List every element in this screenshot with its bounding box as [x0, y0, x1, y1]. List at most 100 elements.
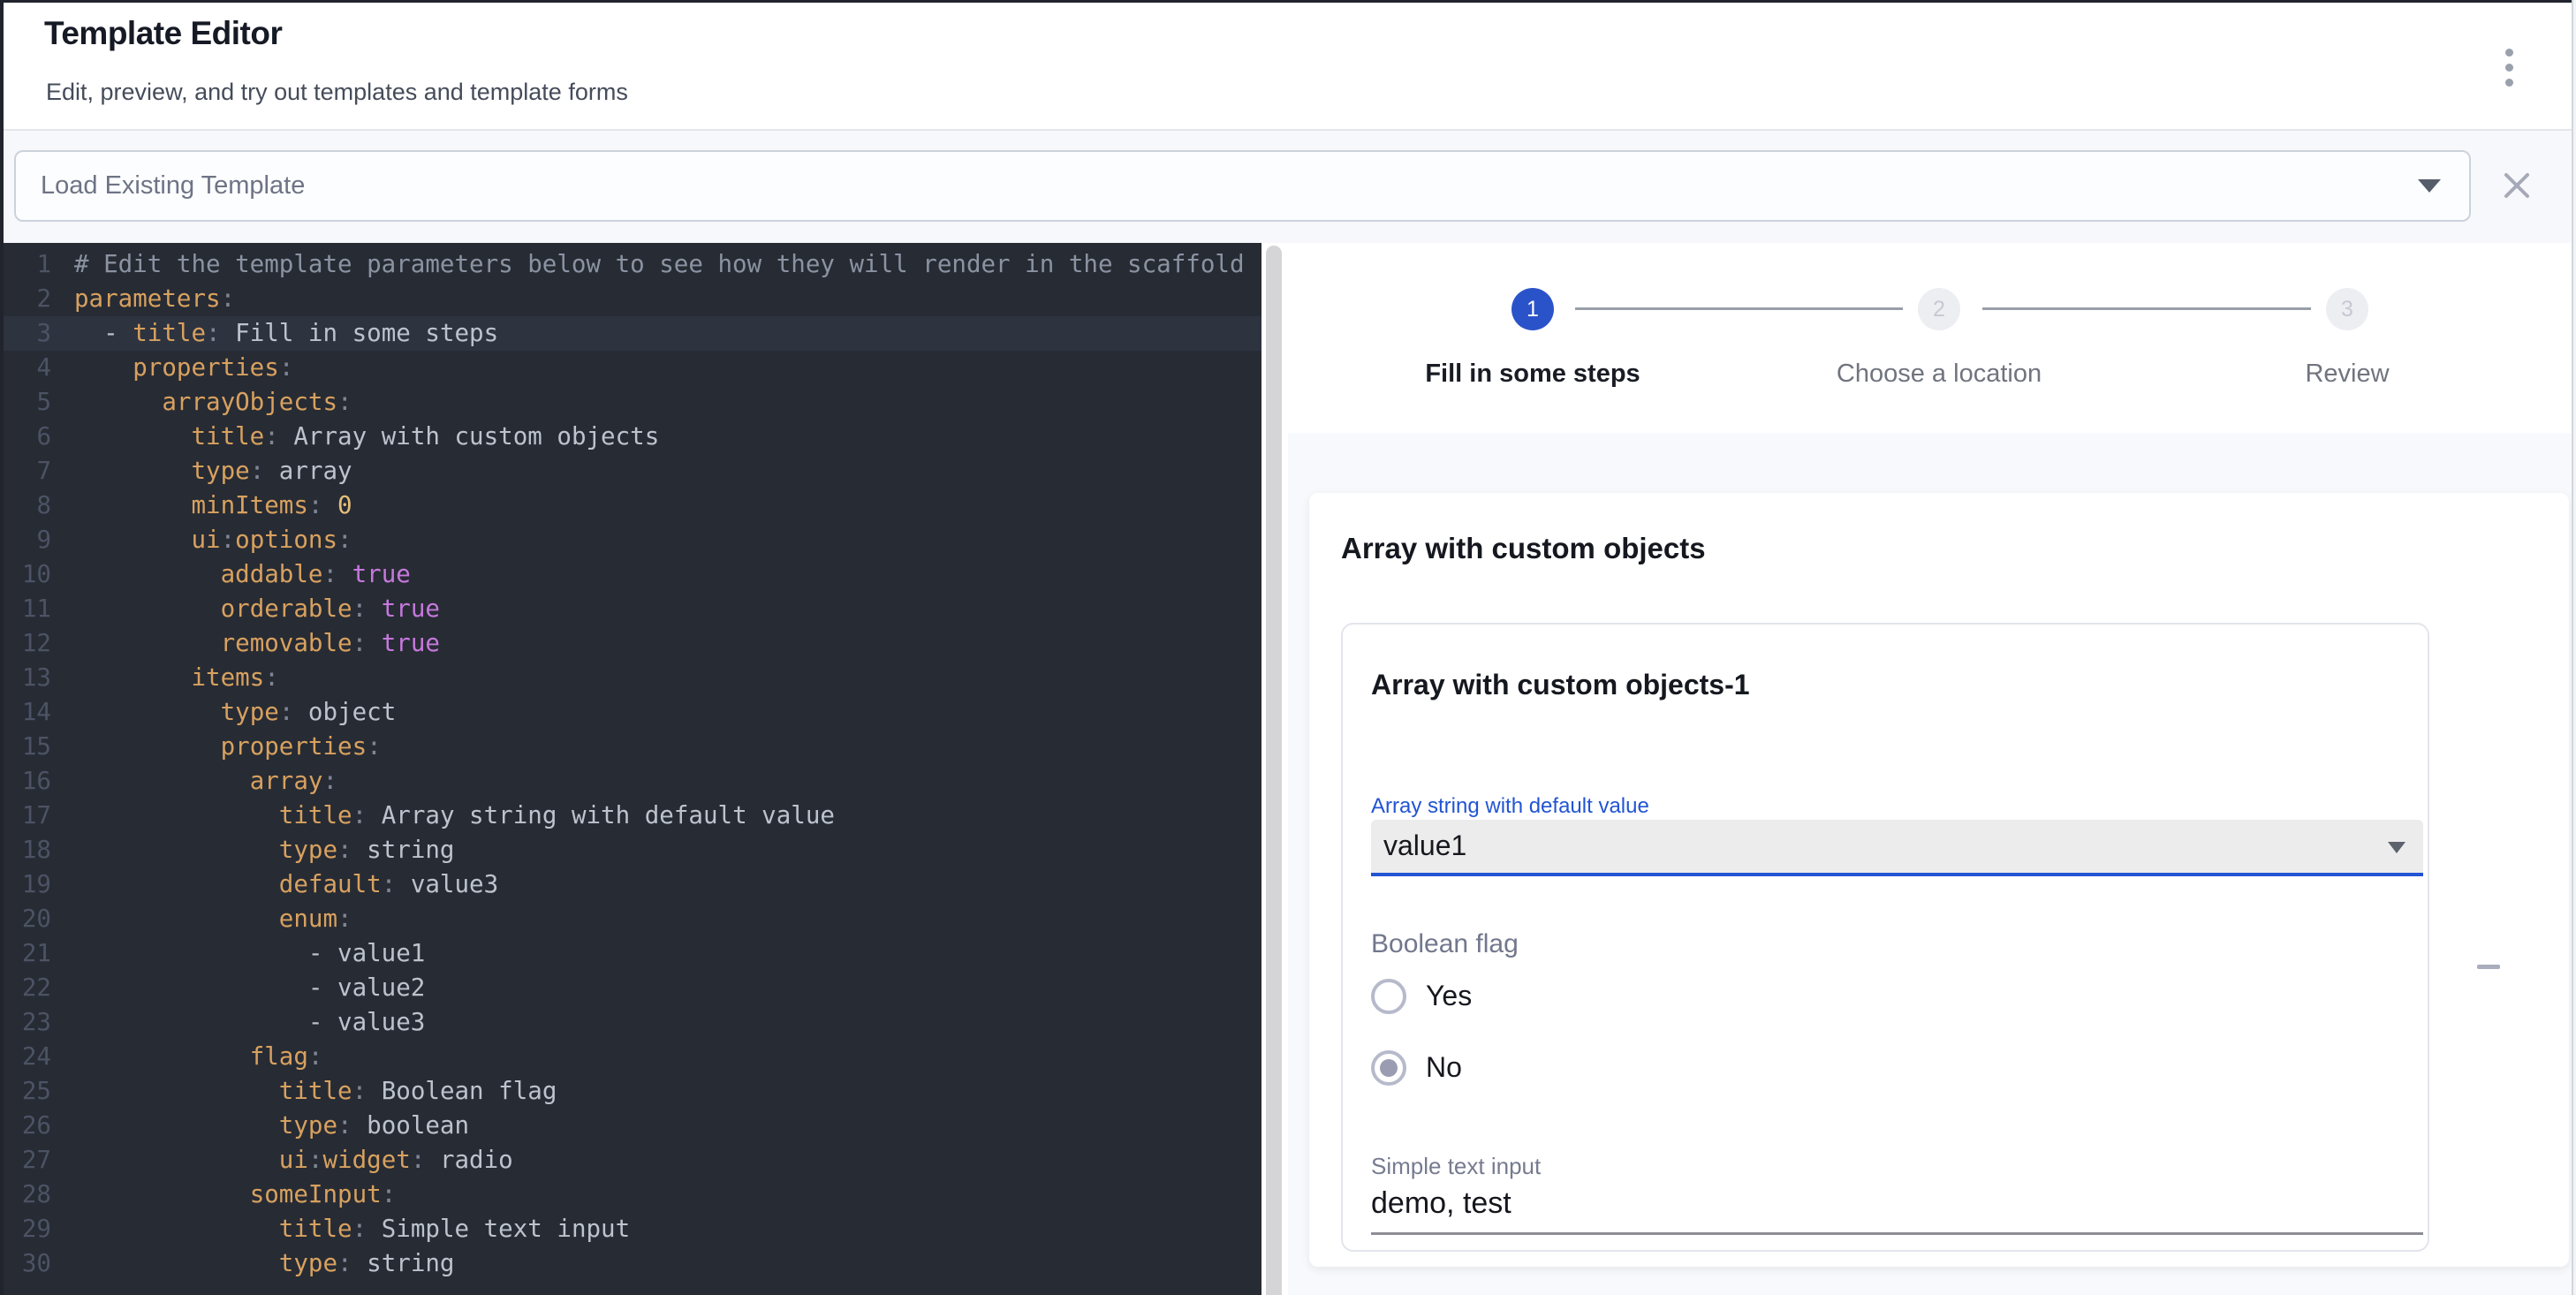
code-line-27[interactable]: 27 ui:widget: radio: [0, 1143, 1261, 1178]
radio-icon-checked: [1371, 1050, 1406, 1086]
simple-text-input[interactable]: demo, test: [1371, 1186, 1512, 1221]
line-number: 1: [0, 247, 51, 282]
section-title: Array with custom objects: [1341, 532, 1706, 565]
step-3-label[interactable]: Review: [2162, 360, 2533, 389]
line-number: 20: [0, 902, 51, 936]
code-line-9[interactable]: 9 ui:options:: [0, 523, 1261, 557]
stepper: 1 2 3 Fill in some steps Choose a locati…: [1288, 243, 2572, 433]
radio-group-label: Boolean flag: [1371, 929, 1519, 959]
step-2-circle[interactable]: 2: [1918, 288, 1960, 330]
code-line-25[interactable]: 25 title: Boolean flag: [0, 1074, 1261, 1109]
minus-icon: [2477, 965, 2500, 969]
array-string-select[interactable]: value1: [1371, 820, 2423, 876]
close-icon[interactable]: [2502, 170, 2532, 201]
code-line-17[interactable]: 17 title: Array string with default valu…: [0, 799, 1261, 833]
line-number: 21: [0, 936, 51, 971]
code-line-16[interactable]: 16 array:: [0, 764, 1261, 799]
editor-lines: 1# Edit the template parameters below to…: [0, 247, 1261, 1281]
code-line-6[interactable]: 6 title: Array with custom objects: [0, 420, 1261, 454]
line-number: 29: [0, 1212, 51, 1246]
code-line-29[interactable]: 29 title: Simple text input: [0, 1212, 1261, 1246]
line-number: 28: [0, 1178, 51, 1212]
yaml-code-editor[interactable]: 1# Edit the template parameters below to…: [0, 243, 1261, 1295]
more-options-icon[interactable]: [2483, 38, 2534, 96]
step-2-label[interactable]: Choose a location: [1754, 360, 2125, 389]
array-item-card: Array with custom objects-1 Array string…: [1341, 623, 2429, 1252]
code-line-19[interactable]: 19 default: value3: [0, 867, 1261, 902]
radio-option-no[interactable]: No: [1371, 1049, 1462, 1086]
line-number: 8: [0, 488, 51, 523]
code-line-21[interactable]: 21 - value1: [0, 936, 1261, 971]
code-line-23[interactable]: 23 - value3: [0, 1005, 1261, 1040]
load-template-select[interactable]: Load Existing Template: [14, 150, 2471, 222]
window-top-edge: [0, 0, 2576, 3]
radio-option-yes[interactable]: Yes: [1371, 978, 1472, 1014]
line-number: 5: [0, 385, 51, 420]
array-section-card: Array with custom objects Array with cus…: [1309, 493, 2569, 1267]
line-number: 16: [0, 764, 51, 799]
line-number: 24: [0, 1040, 51, 1074]
text-field-label: Simple text input: [1371, 1153, 1541, 1180]
step-1-number: 1: [1527, 297, 1539, 322]
line-number: 11: [0, 592, 51, 626]
text-input-underline: [1371, 1232, 2423, 1235]
line-number: 9: [0, 523, 51, 557]
code-line-10[interactable]: 10 addable: true: [0, 557, 1261, 592]
line-number: 14: [0, 695, 51, 730]
code-line-2[interactable]: 2parameters:: [0, 282, 1261, 316]
template-editor-window: Template Editor Edit, preview, and try o…: [0, 0, 2576, 1295]
page-scrollbar-rail[interactable]: [2572, 0, 2576, 1295]
line-number: 2: [0, 282, 51, 316]
code-line-3[interactable]: 3 - title: Fill in some steps: [0, 316, 1261, 351]
line-number: 3: [0, 316, 51, 351]
step-1-label[interactable]: Fill in some steps: [1347, 360, 1718, 389]
page-subtitle: Edit, preview, and try out templates and…: [46, 79, 628, 106]
step-3-number: 3: [2341, 297, 2353, 322]
caret-down-icon: [2388, 842, 2406, 853]
step-connector: [1575, 307, 1903, 310]
line-number: 25: [0, 1074, 51, 1109]
line-number: 23: [0, 1005, 51, 1040]
code-line-1[interactable]: 1# Edit the template parameters below to…: [0, 247, 1261, 282]
form-preview-panel: 1 2 3 Fill in some steps Choose a locati…: [1288, 243, 2572, 1295]
line-number: 15: [0, 730, 51, 764]
code-line-7[interactable]: 7 type: array: [0, 454, 1261, 488]
line-number: 17: [0, 799, 51, 833]
code-line-26[interactable]: 26 type: boolean: [0, 1109, 1261, 1143]
array-item-title: Array with custom objects-1: [1371, 669, 1750, 701]
code-line-22[interactable]: 22 - value2: [0, 971, 1261, 1005]
code-line-30[interactable]: 30 type: string: [0, 1246, 1261, 1281]
remove-array-item-button[interactable]: [2467, 945, 2510, 988]
step-1-circle[interactable]: 1: [1512, 288, 1554, 330]
code-line-8[interactable]: 8 minItems: 0: [0, 488, 1261, 523]
code-line-5[interactable]: 5 arrayObjects:: [0, 385, 1261, 420]
toolbar: Load Existing Template: [4, 131, 2572, 243]
select-value: value1: [1383, 820, 1466, 871]
line-number: 27: [0, 1143, 51, 1178]
line-number: 7: [0, 454, 51, 488]
line-number: 13: [0, 661, 51, 695]
radio-option-label: Yes: [1426, 980, 1472, 1012]
step-3-circle[interactable]: 3: [2326, 288, 2368, 330]
code-line-18[interactable]: 18 type: string: [0, 833, 1261, 867]
header: Template Editor Edit, preview, and try o…: [4, 3, 2572, 129]
code-line-28[interactable]: 28 someInput:: [0, 1178, 1261, 1212]
line-number: 22: [0, 971, 51, 1005]
code-line-20[interactable]: 20 enum:: [0, 902, 1261, 936]
step-2-number: 2: [1933, 297, 1945, 322]
code-line-11[interactable]: 11 orderable: true: [0, 592, 1261, 626]
line-number: 4: [0, 351, 51, 385]
code-line-24[interactable]: 24 flag:: [0, 1040, 1261, 1074]
window-left-edge: [0, 0, 4, 1295]
code-line-12[interactable]: 12 removable: true: [0, 626, 1261, 661]
code-line-14[interactable]: 14 type: object: [0, 695, 1261, 730]
code-line-15[interactable]: 15 properties:: [0, 730, 1261, 764]
radio-option-label: No: [1426, 1051, 1462, 1084]
radio-icon: [1371, 979, 1406, 1014]
line-number: 18: [0, 833, 51, 867]
code-line-13[interactable]: 13 items:: [0, 661, 1261, 695]
editor-scrollbar-thumb[interactable]: [1266, 246, 1282, 1295]
load-template-placeholder: Load Existing Template: [41, 152, 305, 220]
editor-scrollbar-track: [1261, 243, 1288, 1295]
code-line-4[interactable]: 4 properties:: [0, 351, 1261, 385]
